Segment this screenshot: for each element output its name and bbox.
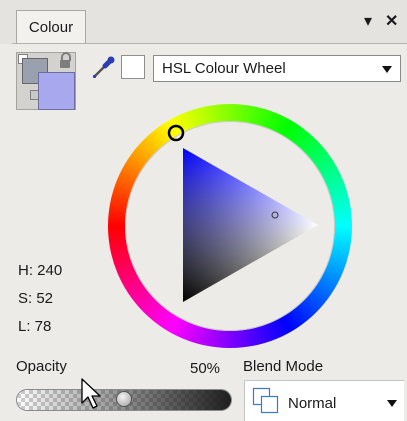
chevron-down-icon	[387, 400, 397, 407]
opacity-slider-thumb[interactable]	[116, 391, 132, 407]
hue-selector-handle[interactable]	[167, 124, 185, 142]
saturation-value: S: 52	[18, 290, 54, 307]
opacity-value: 50%	[190, 360, 221, 377]
opacity-label: Opacity	[16, 358, 67, 375]
hue-value: H: 240	[18, 262, 63, 279]
mouse-cursor-icon	[81, 378, 101, 409]
blend-mode-layers-icon	[252, 387, 279, 414]
blend-mode-value: Normal	[288, 395, 337, 412]
lightness-value: L: 78	[18, 318, 52, 335]
blend-mode-label: Blend Mode	[243, 358, 324, 375]
